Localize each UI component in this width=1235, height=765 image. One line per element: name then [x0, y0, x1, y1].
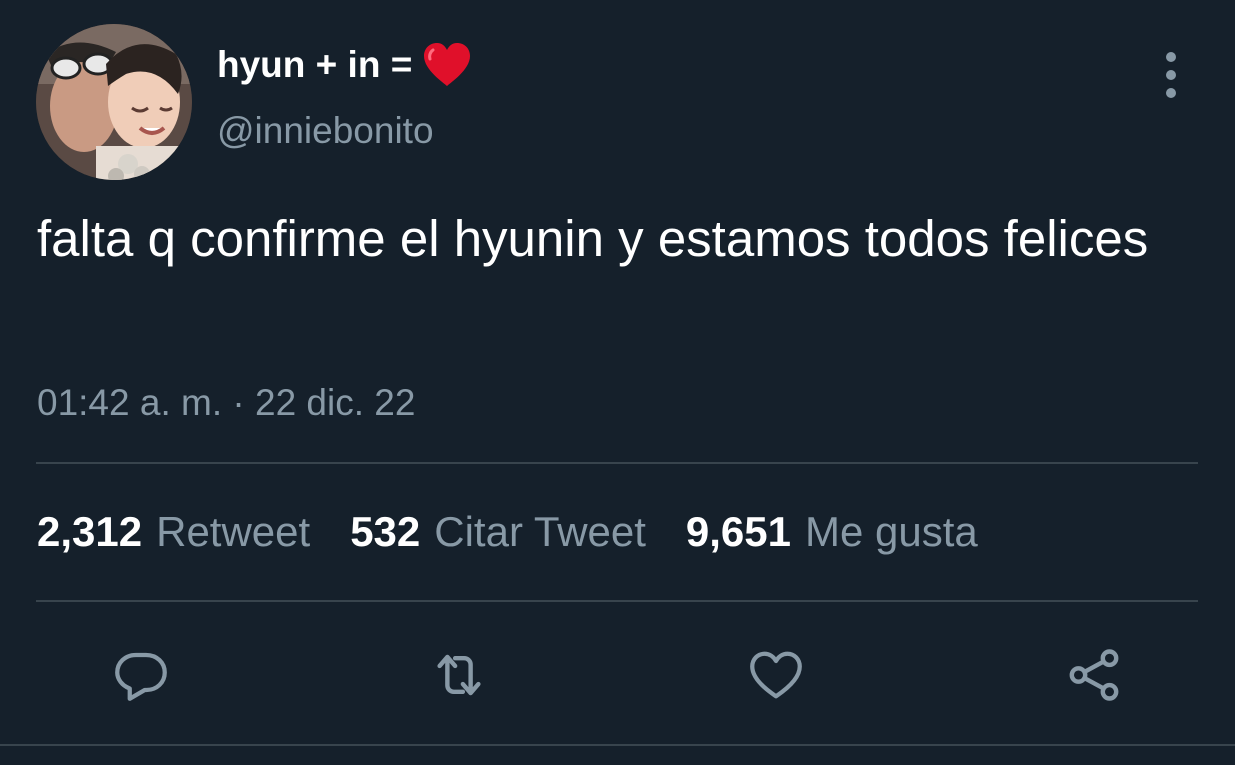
more-options-button[interactable]	[1152, 52, 1190, 98]
tweet-timestamp[interactable]: 01:42 a. m. · 22 dic. 22	[37, 382, 415, 424]
divider	[36, 462, 1198, 464]
divider	[0, 744, 1235, 746]
retweet-button[interactable]	[424, 640, 494, 710]
engagement-stats: 2,312 Retweet 532 Citar Tweet 9,651 Me g…	[37, 508, 1018, 556]
quotes-label: Citar Tweet	[434, 508, 646, 555]
retweets-label: Retweet	[156, 508, 311, 555]
tweet-detail: hyun + in = @inniebonito falta q confirm…	[0, 0, 1235, 765]
red-heart-emoji	[422, 42, 472, 88]
display-name-text: hyun + in =	[217, 44, 413, 85]
divider	[36, 600, 1198, 602]
retweets-count: 2,312	[37, 508, 143, 555]
action-bar	[0, 640, 1235, 710]
share-icon	[1069, 649, 1119, 701]
quotes-stat[interactable]: 532 Citar Tweet	[350, 508, 646, 556]
display-name[interactable]: hyun + in =	[217, 42, 472, 88]
tweet-text: falta q confirme el hyunin y estamos tod…	[37, 210, 1149, 267]
share-button[interactable]	[1059, 640, 1129, 710]
more-dot-icon	[1166, 70, 1176, 80]
more-dot-icon	[1166, 88, 1176, 98]
user-handle[interactable]: @inniebonito	[217, 110, 434, 152]
likes-stat[interactable]: 9,651 Me gusta	[686, 508, 978, 556]
quotes-count: 532	[350, 508, 421, 555]
like-icon	[750, 651, 802, 699]
likes-label: Me gusta	[805, 508, 978, 555]
reply-icon	[115, 652, 167, 701]
retweets-stat[interactable]: 2,312 Retweet	[37, 508, 310, 556]
more-dot-icon	[1166, 52, 1176, 62]
avatar[interactable]	[36, 24, 192, 180]
retweet-icon	[437, 654, 481, 696]
like-button[interactable]	[741, 640, 811, 710]
avatar-image	[36, 24, 192, 180]
likes-count: 9,651	[685, 508, 792, 555]
reply-button[interactable]	[106, 640, 176, 710]
